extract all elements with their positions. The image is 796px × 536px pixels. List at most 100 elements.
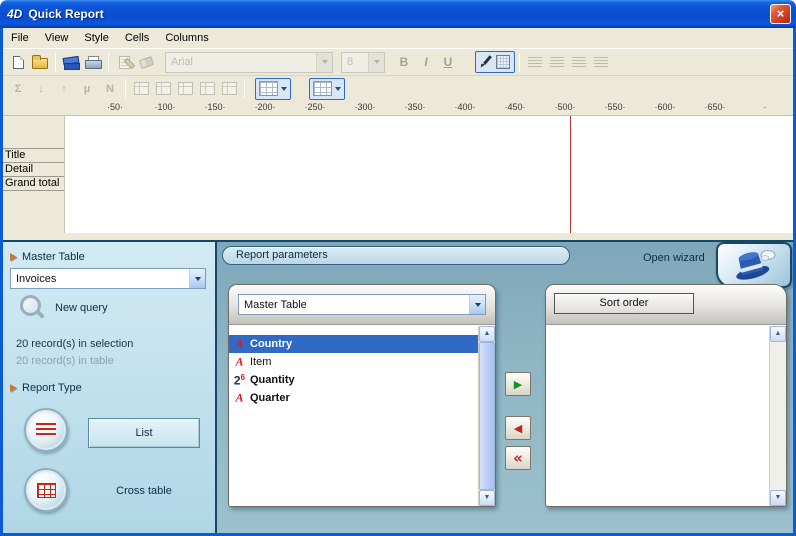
menu-item[interactable]: View — [37, 29, 77, 47]
border-row-button[interactable] — [152, 78, 174, 100]
sort-scrollbar[interactable]: ▲ ▼ — [769, 326, 786, 506]
font-select[interactable]: Arial — [165, 52, 333, 73]
list-report-button[interactable] — [24, 408, 68, 452]
statistic-button[interactable]: ↑ — [53, 78, 75, 100]
ruler-tick: ·500· — [540, 102, 590, 112]
statistic-button[interactable]: N — [99, 78, 121, 100]
column-guide-line[interactable] — [570, 116, 571, 233]
sort-panel-header: Sort order — [546, 285, 786, 325]
ruler-tick: ·100· — [140, 102, 190, 112]
row-label[interactable]: Grand total — [3, 177, 64, 191]
books-button[interactable] — [60, 51, 82, 73]
menu-item[interactable]: Columns — [157, 29, 216, 47]
border-grid-button[interactable] — [174, 78, 196, 100]
align-center-button[interactable] — [546, 51, 568, 73]
chevron-down-icon[interactable] — [316, 53, 332, 72]
open-button[interactable] — [29, 51, 51, 73]
repeat-values-icon — [200, 82, 215, 95]
open-wizard-label[interactable]: Open wizard — [643, 252, 705, 264]
remove-field-button[interactable]: ◀ — [505, 416, 531, 440]
ruler[interactable]: ·50··100··150··200··250··300··350··400··… — [3, 101, 793, 116]
menu-item[interactable]: Cells — [117, 29, 157, 47]
eraser-button[interactable] — [135, 51, 157, 73]
statistic-button[interactable]: Σ — [7, 78, 29, 100]
new-query-button[interactable]: New query — [19, 294, 108, 321]
remove-all-fields-button[interactable]: « — [505, 446, 531, 470]
field-row[interactable]: A Item — [229, 353, 478, 371]
print-button[interactable] — [82, 51, 104, 73]
ruler-tick: ·50· — [90, 102, 140, 112]
field-type-icon: 26 — [229, 373, 250, 388]
fields-scrollbar[interactable]: ▲ ▼ — [478, 326, 495, 506]
cross-table-label[interactable]: Cross table — [88, 485, 200, 497]
new-document-button[interactable] — [7, 51, 29, 73]
row-label[interactable]: Detail — [3, 163, 64, 177]
column-display-toggle[interactable] — [309, 78, 345, 100]
row-display-toggle[interactable] — [255, 78, 291, 100]
report-type-label-row: Report Type — [10, 382, 82, 394]
scroll-down-icon[interactable]: ▼ — [770, 490, 786, 506]
title-bar[interactable]: 4D Quick Report × — [0, 0, 796, 28]
align-left-icon — [528, 57, 542, 68]
border-column-button[interactable] — [130, 78, 152, 100]
ruler-tick: ·400· — [440, 102, 490, 112]
wizard-main: Report parameters Open wizard — [217, 242, 793, 533]
scroll-up-icon[interactable]: ▲ — [479, 326, 495, 342]
row-label-spacer — [3, 116, 64, 149]
close-button[interactable]: × — [770, 4, 791, 24]
cross-table-button[interactable] — [24, 468, 68, 512]
scrollbar-thumb[interactable] — [479, 342, 495, 490]
ruler-tick: ·650· — [690, 102, 740, 112]
edit-page-button[interactable] — [113, 51, 135, 73]
field-row[interactable]: A Quarter — [229, 389, 478, 407]
page-break-button[interactable] — [218, 78, 240, 100]
add-field-button[interactable]: ▶ — [505, 372, 531, 396]
toolbar-standard: Arial 8 B I U — [3, 48, 793, 75]
scroll-up-icon[interactable]: ▲ — [770, 326, 786, 342]
table-count: 20 record(s) in table — [16, 355, 114, 367]
chevron-down-icon[interactable] — [368, 53, 384, 72]
align-left-button[interactable] — [524, 51, 546, 73]
field-row[interactable]: 26 Quantity — [229, 371, 478, 389]
statistics-buttons: Σ↓↑µN — [7, 78, 121, 100]
font-size-select[interactable]: 8 — [341, 52, 385, 73]
list-report-icon — [36, 423, 56, 437]
sort-order-title: Sort order — [554, 293, 694, 314]
align-right-button[interactable] — [568, 51, 590, 73]
align-justify-button[interactable] — [590, 51, 612, 73]
font-select-value: Arial — [166, 56, 316, 68]
ruler-tick: ·150· — [190, 102, 240, 112]
bold-button[interactable]: B — [393, 51, 415, 73]
fields-table-select[interactable]: Master Table — [238, 294, 486, 315]
pen-icon — [480, 55, 493, 69]
list-type-box[interactable]: List — [88, 418, 200, 448]
row-label[interactable]: Title — [3, 149, 64, 163]
fields-panel: Master Table A Country A Item 26 Quan — [228, 284, 496, 507]
cell-border-icon — [156, 82, 171, 95]
pen-pattern-button[interactable] — [475, 51, 515, 73]
sort-list-body[interactable]: ▲ ▼ — [546, 326, 786, 506]
chevron-down-icon — [281, 87, 287, 91]
ruler-tick: ·350· — [390, 102, 440, 112]
underline-button[interactable]: U — [437, 51, 459, 73]
align-center-icon — [550, 57, 564, 68]
italic-button[interactable]: I — [415, 51, 437, 73]
app-logo-icon: 4D — [7, 7, 22, 21]
master-table-value: Invoices — [11, 273, 189, 285]
wizard-panel: Master Table Invoices New query 20 recor… — [3, 240, 793, 533]
master-table-select[interactable]: Invoices — [10, 268, 206, 289]
menu-item[interactable]: Style — [76, 29, 116, 47]
statistic-button[interactable]: ↓ — [30, 78, 52, 100]
chevron-down-icon[interactable] — [189, 269, 205, 288]
report-parameters-header: Report parameters — [222, 246, 570, 265]
open-wizard-button[interactable] — [716, 242, 792, 288]
report-design-canvas[interactable]: TitleDetailGrand total — [3, 116, 793, 233]
field-row[interactable]: A Country — [229, 335, 478, 353]
statistic-button[interactable]: µ — [76, 78, 98, 100]
repeat-values-button[interactable] — [196, 78, 218, 100]
menu-item[interactable]: File — [3, 29, 37, 47]
cell-border-icon — [178, 82, 193, 95]
eraser-icon — [138, 56, 153, 69]
chevron-down-icon[interactable] — [469, 295, 485, 314]
scroll-down-icon[interactable]: ▼ — [479, 490, 495, 506]
